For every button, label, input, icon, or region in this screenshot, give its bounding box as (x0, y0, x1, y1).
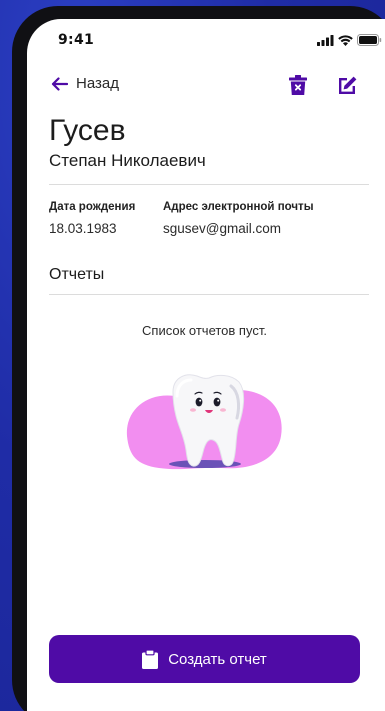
edit-button[interactable] (336, 74, 358, 96)
birth-date-label: Дата рождения (49, 201, 136, 213)
email-label: Адрес электронной почты (163, 201, 314, 213)
divider-reports (49, 294, 369, 295)
birth-date-value: 18.03.1983 (49, 221, 117, 236)
status-icons (317, 34, 382, 46)
app-screen: 9:41 Назад Гусев Степан Николаевич Дата … (27, 19, 385, 711)
trash-icon (289, 75, 307, 95)
reports-empty-text: Список отчетов пуст. (142, 323, 267, 338)
edit-icon (338, 76, 356, 94)
tooth-illustration (126, 374, 282, 470)
signal-icon (317, 34, 334, 46)
delete-button[interactable] (287, 74, 309, 96)
arrow-left-icon (51, 76, 68, 91)
create-report-button[interactable]: Создать отчет (49, 635, 360, 683)
status-time: 9:41 (58, 32, 95, 48)
status-bar: 9:41 (27, 19, 385, 63)
email-value: sgusev@gmail.com (163, 221, 281, 236)
back-button[interactable]: Назад (51, 75, 119, 92)
patient-last-name: Гусев (49, 114, 126, 147)
create-report-label: Создать отчет (168, 650, 267, 668)
battery-icon (357, 34, 382, 46)
wifi-icon (338, 34, 353, 46)
back-label: Назад (76, 75, 119, 92)
reports-section-title: Отчеты (49, 266, 105, 283)
divider-top (49, 184, 369, 185)
clipboard-icon (142, 649, 159, 669)
patient-first-names: Степан Николаевич (49, 151, 206, 170)
